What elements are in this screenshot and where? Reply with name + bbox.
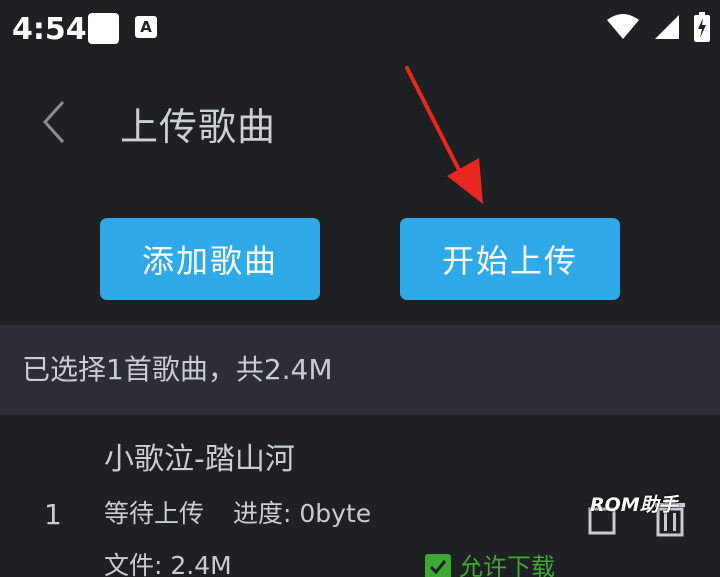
chevron-left-icon xyxy=(42,100,65,144)
page-title: 上传歌曲 xyxy=(120,105,277,149)
selection-summary: 已选择1首歌曲，共2.4M xyxy=(22,353,333,386)
allow-download-label: 允许下载 xyxy=(459,553,555,577)
song-index: 1 xyxy=(44,498,62,531)
wifi-icon xyxy=(606,14,640,40)
allow-download-checkbox[interactable] xyxy=(425,554,451,577)
song-name: 小歌泣-踏山河 xyxy=(104,442,295,477)
checkmark-icon xyxy=(429,560,447,575)
status-bar: 4:54 A xyxy=(0,0,720,62)
square-notification-icon xyxy=(88,13,119,44)
watermark-text: ROM助手 xyxy=(590,494,678,516)
summary-bar: 已选择1首歌曲，共2.4M xyxy=(0,325,720,415)
back-button[interactable] xyxy=(30,92,78,152)
song-progress: 进度: 0byte xyxy=(233,499,372,528)
song-list: 1 小歌泣-踏山河 等待上传 进度: 0byte 文件: 2.4M 允许下载 R… xyxy=(0,415,720,577)
song-status: 等待上传 xyxy=(104,499,205,528)
allow-download-toggle[interactable]: 允许下载 xyxy=(425,550,555,577)
start-upload-button[interactable]: 开始上传 xyxy=(400,218,620,300)
status-time: 4:54 xyxy=(12,12,87,47)
header: 上传歌曲 xyxy=(0,62,720,197)
battery-charging-icon xyxy=(694,12,710,42)
signal-icon xyxy=(654,14,680,40)
song-size: 文件: 2.4M xyxy=(104,551,232,577)
a-notification-icon: A xyxy=(135,16,157,38)
screen: 4:54 A 上传歌曲 添加歌曲 开始上传 已选择1首歌曲，共2.4M 1 小歌… xyxy=(0,0,720,577)
song-row: 1 小歌泣-踏山河 等待上传 进度: 0byte 文件: 2.4M 允许下载 R… xyxy=(0,415,720,577)
status-icons xyxy=(606,12,710,42)
add-song-button[interactable]: 添加歌曲 xyxy=(100,218,320,300)
